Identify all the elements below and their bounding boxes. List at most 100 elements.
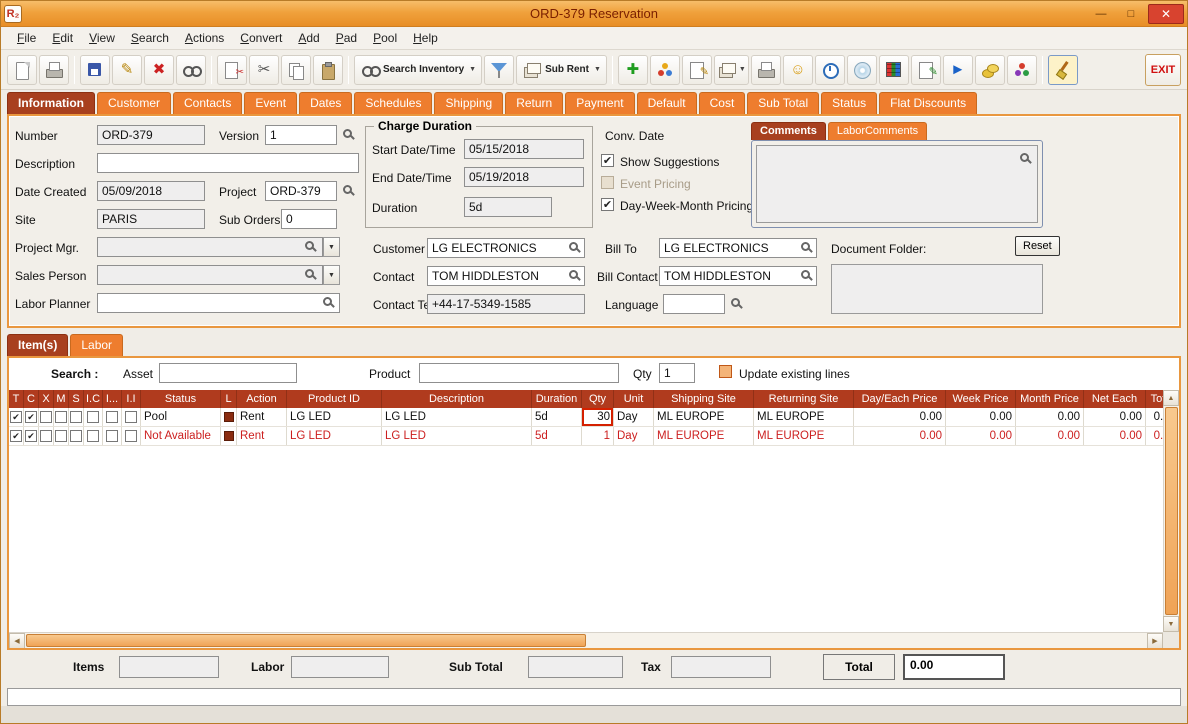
find-binoculars-button[interactable] <box>176 54 206 85</box>
comments-search-icon[interactable] <box>1020 153 1029 162</box>
cell-product_id[interactable]: LG LED <box>287 427 382 445</box>
cell-c0[interactable] <box>9 408 24 426</box>
scroll-left-icon[interactable]: ◀ <box>9 633 25 648</box>
horizontal-scrollbar[interactable]: ◀ ▶ <box>9 632 1163 648</box>
column-header[interactable]: Net Each <box>1084 390 1146 408</box>
cell-c1[interactable] <box>24 408 39 426</box>
column-header[interactable]: Duration <box>532 390 582 408</box>
column-header[interactable]: I.C <box>84 390 103 408</box>
labor-planner-search-icon[interactable] <box>323 297 332 306</box>
edit-pencil-button[interactable]: ✎ <box>112 54 142 85</box>
menu-view[interactable]: View <box>81 28 123 48</box>
maximize-button[interactable]: □ <box>1118 5 1144 23</box>
column-header[interactable]: Day/Each Price <box>854 390 946 408</box>
cell-week_price[interactable]: 0.00 <box>946 427 1016 445</box>
column-header[interactable]: Product ID <box>287 390 382 408</box>
site-field[interactable]: PARIS <box>97 209 205 229</box>
cell-week_price[interactable]: 0.00 <box>946 408 1016 426</box>
menu-file[interactable]: File <box>9 28 44 48</box>
column-header[interactable]: I... <box>103 390 122 408</box>
tab-dates[interactable]: Dates <box>299 92 353 114</box>
cell-net_each[interactable]: 0.00 <box>1084 408 1146 426</box>
delete-button[interactable]: ✖ <box>144 54 174 85</box>
copy-button[interactable] <box>281 54 311 85</box>
row-checkbox[interactable] <box>106 411 118 423</box>
history-clock-button[interactable] <box>814 54 845 85</box>
sub-orders-field[interactable]: 0 <box>281 209 337 229</box>
bill-to-field[interactable]: LG ELECTRONICS <box>659 238 817 258</box>
cell-qty[interactable]: 1 <box>582 427 614 445</box>
tab-event[interactable]: Event <box>244 92 298 114</box>
cell-c0[interactable] <box>9 427 24 445</box>
cell-shipping_site[interactable]: ML EUROPE <box>654 427 754 445</box>
column-header[interactable]: L <box>221 390 237 408</box>
asset-search-input[interactable] <box>159 363 297 383</box>
cell-l[interactable] <box>221 408 237 426</box>
close-button[interactable]: ✕ <box>1148 3 1184 24</box>
row-checkbox[interactable] <box>87 411 99 423</box>
menu-help[interactable]: Help <box>405 28 446 48</box>
cell-total[interactable]: 0.00 <box>1146 408 1163 426</box>
exit-button[interactable]: EXIT <box>1145 53 1181 86</box>
comments-box[interactable] <box>751 140 1043 228</box>
tab-flat-discounts[interactable]: Flat Discounts <box>879 92 978 114</box>
cell-action[interactable]: Rent <box>237 427 287 445</box>
description-field[interactable] <box>97 153 359 173</box>
column-header[interactable]: C <box>24 390 39 408</box>
cell-c6[interactable] <box>103 427 122 445</box>
cell-unit[interactable]: Day <box>614 427 654 445</box>
cell-c5[interactable] <box>84 408 103 426</box>
multi-cube-button[interactable] <box>878 54 909 85</box>
cell-unit[interactable]: Day <box>614 408 654 426</box>
item-row[interactable]: Not AvailableRentLG LEDLG LED5d1DayML EU… <box>9 427 1163 446</box>
vertical-scroll-thumb[interactable] <box>1165 407 1178 615</box>
tab-labor[interactable]: Labor <box>70 334 124 356</box>
menu-convert[interactable]: Convert <box>232 28 290 48</box>
scroll-up-icon[interactable]: ▲ <box>1163 390 1179 406</box>
minimize-button[interactable]: — <box>1088 5 1114 23</box>
update-existing-lines-checkbox[interactable] <box>719 365 732 378</box>
item-row[interactable]: PoolRentLG LEDLG LED5d30DayML EUROPEML E… <box>9 408 1163 427</box>
tab-item-s[interactable]: Item(s) <box>7 334 69 356</box>
row-checkbox[interactable] <box>55 430 67 442</box>
version-field[interactable]: 1 <box>265 125 337 145</box>
bill-to-search-icon[interactable] <box>801 242 810 251</box>
column-header[interactable]: T <box>9 390 24 408</box>
print-report-button[interactable] <box>750 54 781 85</box>
labor-planner-field[interactable] <box>97 293 340 313</box>
contact-tel-field[interactable]: +44-17-5349-1585 <box>427 294 585 314</box>
row-checkbox[interactable] <box>25 430 37 442</box>
blue-key-button[interactable]: ► <box>942 54 973 85</box>
project-mgr-dropdown[interactable]: ▼ <box>323 237 340 257</box>
day-week-month-pricing-checkbox[interactable] <box>601 198 614 211</box>
add-button[interactable]: ✚ <box>617 54 648 85</box>
cell-day_each_price[interactable]: 0.00 <box>854 408 946 426</box>
event-pricing-checkbox[interactable] <box>601 176 614 189</box>
cell-c3[interactable] <box>54 427 69 445</box>
document-folder-box[interactable] <box>831 264 1043 314</box>
column-header[interactable]: Qty <box>582 390 614 408</box>
kit-circles-button[interactable] <box>649 54 680 85</box>
tab-shipping[interactable]: Shipping <box>434 92 504 114</box>
cell-c4[interactable] <box>69 427 84 445</box>
tab-customer[interactable]: Customer <box>97 92 172 114</box>
column-header[interactable]: Description <box>382 390 532 408</box>
cell-status[interactable]: Not Available <box>141 427 221 445</box>
row-checkbox[interactable] <box>125 430 137 442</box>
column-header[interactable]: Tot... <box>1146 390 1163 408</box>
cell-description[interactable]: LG LED <box>382 408 532 426</box>
cell-action[interactable]: Rent <box>237 408 287 426</box>
column-header[interactable]: S <box>69 390 84 408</box>
cell-day_each_price[interactable]: 0.00 <box>854 427 946 445</box>
row-checkbox[interactable] <box>25 411 37 423</box>
cell-c7[interactable] <box>122 427 141 445</box>
menu-pad[interactable]: Pad <box>328 28 365 48</box>
batch-stack-dropdown-icon[interactable]: ▼ <box>739 66 746 73</box>
row-checkbox[interactable] <box>55 411 67 423</box>
bill-contact-search-icon[interactable] <box>801 270 810 279</box>
menu-add[interactable]: Add <box>290 28 327 48</box>
scroll-down-icon[interactable]: ▼ <box>1163 616 1179 632</box>
bill-contact-field[interactable]: TOM HIDDLESTON <box>659 266 817 286</box>
cell-duration[interactable]: 5d <box>532 408 582 426</box>
save-button[interactable] <box>80 54 110 85</box>
